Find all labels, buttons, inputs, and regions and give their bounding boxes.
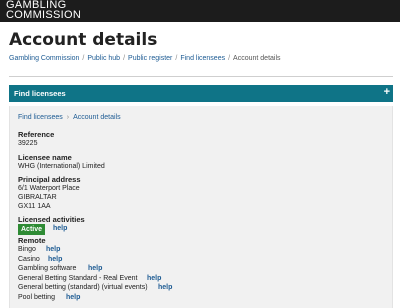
principal-address-label: Principal address	[18, 175, 81, 184]
licensed-activities-label: Licensed activities	[18, 215, 85, 224]
breadcrumb-separator: /	[82, 55, 85, 62]
find-licensees-toggle[interactable]: Find licensees +	[9, 85, 393, 102]
gambling-commission-logo[interactable]: GAMBLING COMMISSION	[6, 0, 82, 21]
breadcrumb-current: Account details	[233, 55, 281, 62]
address-line-1: 6/1 Waterport Place	[18, 185, 80, 192]
activity-general-betting-real-event: General Betting Standard - Real Event	[18, 275, 138, 282]
activity-casino: Casino	[18, 256, 40, 263]
gambling-software-help-link[interactable]: help	[88, 265, 102, 272]
divider	[9, 76, 393, 77]
breadcrumb-public-hub[interactable]: Public hub	[87, 55, 120, 62]
pool-betting-help-link[interactable]: help	[66, 294, 80, 301]
status-help-link[interactable]: help	[53, 225, 67, 232]
licensee-name-value: WHG (International) Limited	[18, 163, 105, 170]
chevron-right-icon: ›	[66, 114, 70, 121]
licensee-name-label: Licensee name	[18, 153, 72, 162]
breadcrumb-gambling-commission[interactable]: Gambling Commission	[9, 55, 79, 62]
bingo-help-link[interactable]: help	[46, 246, 60, 253]
reference-label: Reference	[18, 130, 55, 139]
panel-breadcrumb-current: Account details	[73, 114, 121, 121]
breadcrumb-find-licensees[interactable]: Find licensees	[180, 55, 225, 62]
casino-help-link[interactable]: help	[48, 256, 62, 263]
breadcrumb-separator: /	[123, 55, 126, 62]
general-betting-real-event-help-link[interactable]: help	[147, 275, 161, 282]
activity-gambling-software: Gambling software	[18, 265, 77, 272]
general-betting-virtual-help-link[interactable]: help	[158, 284, 172, 291]
expand-plus-icon[interactable]: +	[384, 86, 390, 98]
reference-value: 39225	[18, 140, 38, 147]
page-title: Account details	[9, 30, 158, 50]
logo-line-2: COMMISSION	[6, 9, 82, 21]
breadcrumb-separator: /	[228, 55, 231, 62]
breadcrumb-separator: /	[175, 55, 178, 62]
activity-pool-betting: Pool betting	[18, 294, 55, 301]
status-badge: Active	[18, 224, 46, 235]
address-line-3: GX11 1AA	[18, 203, 51, 210]
breadcrumb: Gambling Commission / Public hub / Public re…	[9, 55, 281, 62]
activity-bingo: Bingo	[18, 246, 36, 253]
top-header-bar: GAMBLING COMMISSION	[0, 0, 400, 22]
address-line-2: GIBRALTAR	[18, 194, 57, 201]
panel-breadcrumb-find-licensees[interactable]: Find licensees	[18, 114, 63, 121]
breadcrumb-public-register[interactable]: Public register	[128, 55, 172, 62]
find-licensees-label: Find licensees	[14, 89, 66, 98]
activity-general-betting-virtual: General betting (standard) (virtual even…	[18, 284, 148, 291]
panel-breadcrumb: Find licensees › Account details	[9, 114, 121, 121]
remote-label: Remote	[18, 236, 46, 245]
